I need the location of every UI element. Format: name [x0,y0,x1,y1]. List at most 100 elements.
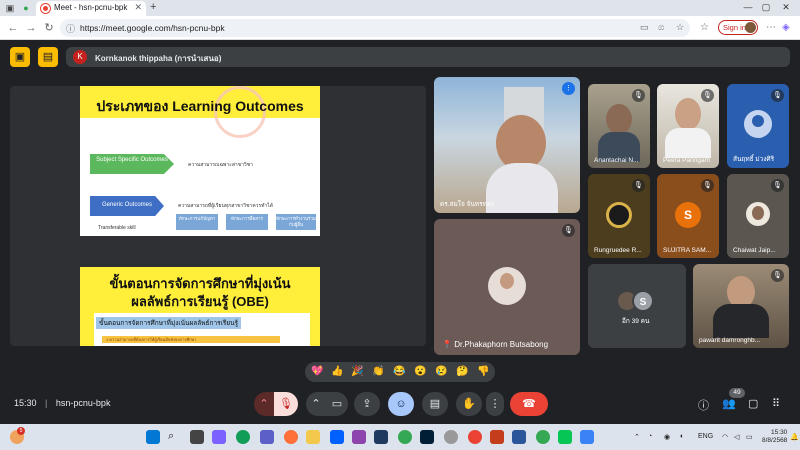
reaction-party-button[interactable]: 🎉 [351,366,363,377]
tray-app-icon[interactable]: ◐ [680,433,684,440]
app-icon[interactable] [444,430,458,444]
word-icon[interactable] [512,430,526,444]
back-icon[interactable]: ← [6,21,20,35]
more-menu-icon[interactable]: ⋯ [766,22,776,33]
tray-chevron-icon[interactable]: ⌃ [634,433,640,441]
meeting-time: 15:30 [14,398,37,408]
reaction-heart-button[interactable]: 💖 [311,366,323,377]
wifi-icon[interactable]: ◠ [722,433,728,441]
meeting-code: hsn-pcnu-bpk [55,398,111,408]
start-icon[interactable] [146,430,160,444]
copilot-taskbar-icon[interactable] [212,430,226,444]
separator: | [45,398,48,408]
app-icon[interactable] [580,430,594,444]
tab-close-icon[interactable]: ✕ [134,2,142,13]
file-explorer-icon[interactable] [306,430,320,444]
muted-mic-icon: 🎙 [771,179,784,192]
browser-tab-meet[interactable]: Meet - hsn-pcnu-bpk ✕ [36,1,146,16]
mic-off-button[interactable]: 🎙 [274,392,298,416]
reaction-thumbs-down-button[interactable]: 👎 [477,366,489,377]
participant-tile[interactable]: 🎙 สันฤทธิ์ ม่วงศิริ [727,84,789,168]
people-icon[interactable]: 👥 [722,397,736,410]
camera-permission-icon[interactable]: ▭ [640,22,649,33]
camera-button[interactable]: ▭ [326,392,348,416]
search-icon[interactable]: ⌕ [168,430,182,444]
reaction-laugh-button[interactable]: 😂 [393,366,405,377]
info-panel-icon[interactable]: ▤ [38,47,58,67]
participant-tile[interactable]: 🎙 Peera Panngam [657,84,719,168]
meeting-info: 15:30 | hsn-pcnu-bpk [14,398,110,408]
new-tab-icon[interactable]: + [150,1,156,13]
edge-icon[interactable] [236,430,250,444]
others-tile[interactable]: S อีก 39 คน [588,264,686,348]
tray-app-icon[interactable]: ◔ [648,433,652,440]
address-bar[interactable]: ⓘ https://meet.google.com/hsn-pcnu-bpk ▭… [60,19,690,37]
dropbox-icon[interactable] [330,430,344,444]
participant-tile[interactable]: 🎙 📍 Dr.Phakaphorn Butsabong [434,219,580,355]
reaction-sad-button[interactable]: 😢 [435,366,447,377]
firefox-icon[interactable] [284,430,298,444]
participant-tile[interactable]: ⋮ ดร.สมใจ จันทรทอง [434,77,580,213]
emoji-reactions-button[interactable]: ☺ [388,392,414,416]
participant-body [713,304,769,338]
participant-name: Rungruedee R... [594,247,642,254]
bookmark-star-icon[interactable]: ☆ [676,22,684,33]
tray-app-icon[interactable]: ◉ [664,433,670,441]
battery-icon[interactable]: ▭ [746,433,753,441]
raise-hand-button[interactable]: ✋ [456,392,482,416]
reaction-thumbs-up-button[interactable]: 👍 [331,366,343,377]
window-close-icon[interactable]: ✕ [776,2,796,13]
reload-icon[interactable]: ↻ [42,21,56,35]
chat-icon[interactable]: ▢ [748,397,758,410]
captions-button[interactable]: ▤ [422,392,448,416]
task-view-icon[interactable] [190,430,204,444]
camera-off-warning-icon[interactable]: ▣ [10,47,30,67]
teams-icon[interactable] [260,430,274,444]
maximize-icon[interactable]: ▢ [756,2,776,13]
participant-name: pawarit damronghb... [699,337,761,344]
people-count-badge: 49 [729,388,745,398]
participant-tile[interactable]: 🎙 pawarit damronghb... [693,264,789,348]
others-avatar: S [632,290,654,312]
participant-body [486,163,558,213]
tab-actions-icon[interactable]: ▣ [4,2,16,14]
end-call-button[interactable]: ☎ [510,392,548,416]
minimize-icon[interactable]: — [738,2,758,12]
powerpoint-icon[interactable] [490,430,504,444]
site-info-icon[interactable]: ⓘ [66,22,75,35]
participant-tile[interactable]: S 🎙 SUJITRA SAM... [657,174,719,258]
reaction-clap-button[interactable]: 👏 [372,366,384,377]
app-icon[interactable] [374,430,388,444]
skill-box: ทักษะการแก้ปัญหา [176,214,218,230]
translate-icon[interactable]: ග [658,22,664,33]
participant-name: Peera Panngam [663,157,710,164]
activities-icon[interactable]: ⠿ [772,397,780,410]
chrome-icon[interactable] [468,430,482,444]
windows-taskbar: 5 ⌕ ⌃ ◔ ◉ ◐ ENG ◠ ◁ ▭ 15:30 8/8/2568 🔔 [0,424,800,450]
language-indicator[interactable]: ENG [698,433,713,440]
present-screen-button[interactable]: ⇪ [354,392,380,416]
chrome-icon[interactable] [536,430,550,444]
forward-icon[interactable]: → [24,21,38,35]
chrome-icon[interactable] [398,430,412,444]
url-text[interactable]: https://meet.google.com/hsn-pcnu-bpk [80,23,225,33]
meeting-details-icon[interactable]: ⓘ [698,397,709,413]
copilot-icon[interactable]: ◈ [782,22,790,33]
app-icon[interactable] [352,430,366,444]
line-icon[interactable] [558,430,572,444]
volume-icon[interactable]: ◁ [734,433,739,441]
participant-tile[interactable]: 🎙 Anantachai N... [588,84,650,168]
more-options-icon[interactable]: ⋮ [486,392,504,416]
sign-in-button[interactable]: Sign in [718,20,758,35]
reaction-surprised-button[interactable]: 😮 [414,366,426,377]
reaction-thinking-button[interactable]: 🤔 [456,366,468,377]
audio-options-chevron-icon[interactable]: ⌃ [254,392,274,416]
photoshop-icon[interactable] [420,430,434,444]
clock[interactable]: 15:30 8/8/2568 [762,429,787,445]
participant-tile[interactable]: 🎙 Chaiwat Jaip... [727,174,789,258]
notifications-icon[interactable]: 🔔 [790,433,799,441]
participant-tile[interactable]: 🎙 Rungruedee R... [588,174,650,258]
video-options-chevron-icon[interactable]: ⌃ [306,392,326,416]
profile-icon[interactable]: ● [20,2,32,14]
favorites-icon[interactable]: ☆ [700,22,709,33]
